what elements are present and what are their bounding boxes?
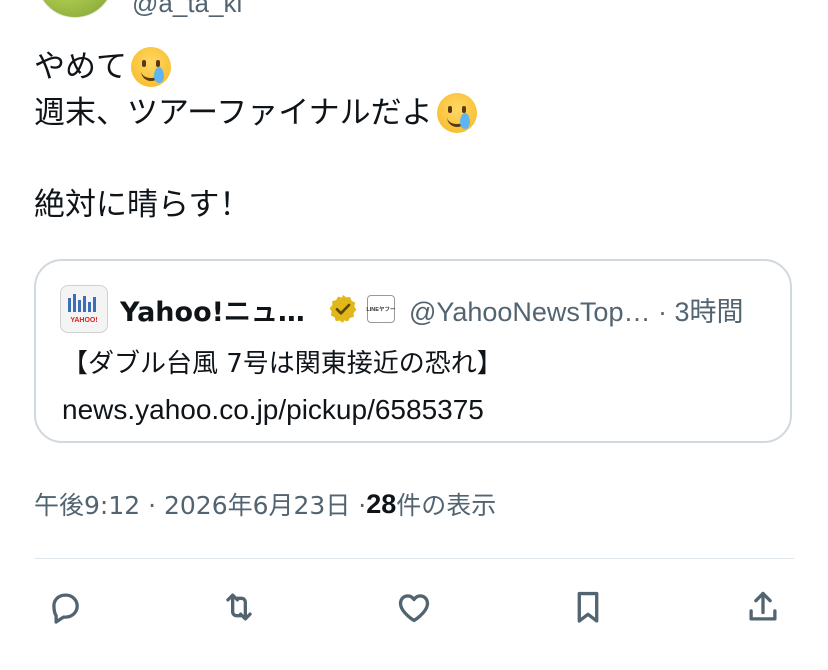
tweet-line: 絶対に晴らす！ (34, 187, 251, 223)
affiliate-badge: LINEヤフー (366, 295, 395, 323)
tweet-text: やめて 週末、ツアーファイナルだよ 絶対に晴らす！ (34, 44, 477, 228)
author-handle[interactable]: @a_ta_ki (132, 0, 242, 19)
timestamp[interactable]: 午後9:12 · 2026年6月23日 · (34, 486, 366, 522)
retweet-icon (226, 593, 252, 621)
quoted-avatar-label: YAHOO! (70, 317, 98, 324)
tweet-line: やめて (34, 49, 127, 85)
quoted-tweet-card[interactable]: YAHOO! Yahoo!ニュ… LINEヤフー @YahooNewsTop… … (34, 259, 792, 443)
face-holding-back-tears-icon (436, 93, 477, 133)
like-button[interactable] (390, 583, 438, 631)
reply-icon (52, 593, 79, 624)
quoted-author-avatar[interactable]: YAHOO! (60, 285, 108, 333)
divider (34, 558, 794, 559)
share-icon (749, 591, 777, 621)
action-bar (0, 583, 828, 631)
like-icon (398, 594, 430, 623)
bookmark-button[interactable] (564, 583, 612, 631)
view-label: 件の表示 (396, 491, 497, 520)
face-holding-back-tears-icon (131, 47, 171, 87)
retweet-button[interactable] (215, 583, 263, 631)
verified-badge-icon (329, 295, 357, 323)
reply-button[interactable] (41, 583, 89, 631)
quoted-author-name[interactable]: Yahoo!ニュ… (120, 290, 305, 329)
tweet-line: 週末、ツアーファイナルだよ (34, 95, 433, 131)
quoted-handle-time: @YahooNewsTop… · 3時間 (408, 296, 744, 327)
quoted-headline: 【ダブル台風 7号は関東接近の恐れ】 (62, 349, 503, 379)
share-button[interactable] (739, 583, 787, 631)
bookmark-icon (577, 591, 599, 623)
tweet-meta: 午後9:12 · 2026年6月23日 · 28 件の表示 (34, 484, 496, 524)
view-count: 28 (366, 488, 397, 519)
quoted-link[interactable]: news.yahoo.co.jp/pickup/6585375 (62, 387, 503, 433)
author-avatar[interactable] (36, 0, 114, 18)
